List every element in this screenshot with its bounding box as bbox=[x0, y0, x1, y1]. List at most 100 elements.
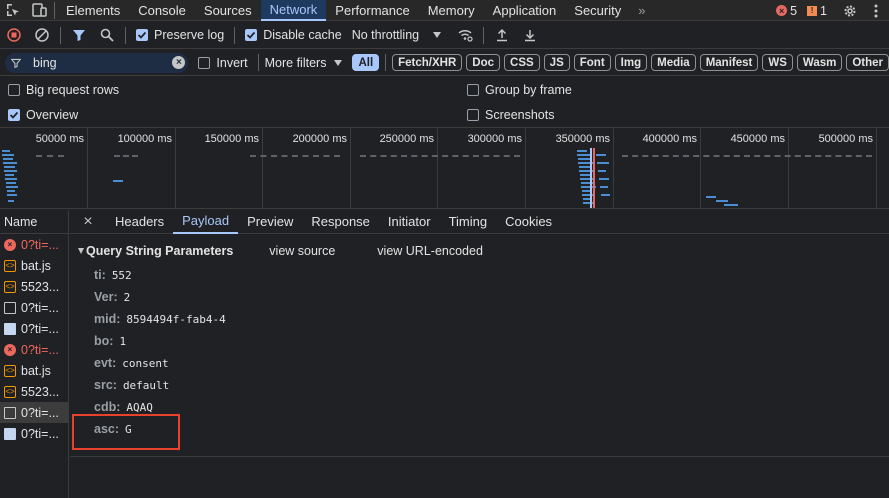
error-count: 5 bbox=[790, 3, 798, 18]
invert-label: Invert bbox=[216, 55, 248, 70]
list-item[interactable]: <> bat.js bbox=[0, 255, 68, 276]
filter-type-fetch-xhr[interactable]: Fetch/XHR bbox=[392, 54, 463, 71]
throttling-select[interactable]: No throttling bbox=[352, 28, 442, 42]
filter-type-img[interactable]: Img bbox=[614, 54, 648, 71]
overview-checkbox[interactable]: Overview bbox=[8, 108, 78, 122]
tab-cookies[interactable]: Cookies bbox=[496, 210, 561, 234]
network-toolbar: Preserve log Disable cache No throttling bbox=[0, 22, 889, 49]
record-stop-icon[interactable] bbox=[0, 22, 28, 49]
overview-label: Overview bbox=[26, 108, 79, 122]
list-item[interactable]: <> bat.js bbox=[0, 360, 68, 381]
file-icon bbox=[4, 322, 16, 335]
file-icon bbox=[4, 427, 16, 440]
section-title: Query String Parameters bbox=[86, 244, 234, 258]
script-file-icon: <> bbox=[4, 259, 16, 272]
tab-initiator[interactable]: Initiator bbox=[379, 210, 440, 234]
tab-performance[interactable]: Performance bbox=[326, 0, 418, 21]
more-options-icon[interactable] bbox=[863, 0, 889, 21]
error-icon: × bbox=[4, 343, 16, 356]
warning-icon: ! bbox=[807, 5, 818, 16]
filter-funnel-icon bbox=[11, 58, 21, 68]
filter-type-font[interactable]: Font bbox=[573, 54, 611, 71]
clear-icon[interactable] bbox=[28, 22, 56, 49]
tab-memory[interactable]: Memory bbox=[419, 0, 484, 21]
filter-type-manifest[interactable]: Manifest bbox=[699, 54, 759, 71]
disable-cache-checkbox[interactable]: Disable cache bbox=[245, 28, 342, 42]
gear-icon[interactable] bbox=[837, 0, 863, 21]
big-request-rows-checkbox[interactable]: Big request rows bbox=[8, 83, 119, 97]
param-row: bo: 1 bbox=[94, 334, 127, 348]
filter-type-doc[interactable]: Doc bbox=[466, 54, 501, 71]
list-item[interactable]: 0?ti=... bbox=[0, 318, 68, 339]
download-icon[interactable] bbox=[516, 22, 544, 49]
device-toolbar-icon[interactable] bbox=[26, 0, 52, 21]
param-row: evt: consent bbox=[94, 356, 169, 370]
chevron-down-icon bbox=[433, 32, 442, 38]
tab-headers[interactable]: Headers bbox=[106, 210, 173, 234]
screenshots-checkbox[interactable]: Screenshots bbox=[467, 108, 554, 122]
list-item[interactable]: × 0?ti=... bbox=[0, 234, 68, 255]
filter-type-ws[interactable]: WS bbox=[762, 54, 793, 71]
network-conditions-icon[interactable] bbox=[451, 22, 479, 49]
timeline-tick-label: 100000 ms bbox=[117, 133, 172, 145]
upload-icon[interactable] bbox=[488, 22, 516, 49]
more-tabs-icon[interactable]: » bbox=[630, 3, 653, 18]
clear-filter-icon[interactable]: × bbox=[172, 55, 186, 69]
devtools-tabbar: Elements Console Sources Network Perform… bbox=[0, 0, 889, 21]
timeline-tick-label: 50000 ms bbox=[35, 133, 84, 145]
filter-type-other[interactable]: Other bbox=[846, 54, 889, 71]
divider bbox=[70, 456, 889, 457]
tab-security[interactable]: Security bbox=[565, 0, 630, 21]
preserve-log-label: Preserve log bbox=[154, 28, 225, 42]
preserve-log-checkbox[interactable]: Preserve log bbox=[136, 28, 224, 42]
disable-cache-label: Disable cache bbox=[263, 28, 342, 42]
timeline-tick-label: 500000 ms bbox=[818, 133, 873, 145]
filter-type-all[interactable]: All bbox=[352, 54, 380, 71]
options-row-2: Overview Screenshots bbox=[0, 102, 889, 128]
tab-preview[interactable]: Preview bbox=[238, 210, 302, 234]
list-item[interactable]: <> 5523... bbox=[0, 276, 68, 297]
view-source-link[interactable]: view source bbox=[269, 244, 335, 258]
close-icon[interactable]: × bbox=[70, 210, 106, 234]
tab-elements[interactable]: Elements bbox=[57, 0, 129, 21]
tab-response[interactable]: Response bbox=[302, 210, 379, 234]
view-url-encoded-link[interactable]: view URL-encoded bbox=[377, 244, 483, 258]
screenshots-label: Screenshots bbox=[485, 108, 555, 122]
param-row: Ver: 2 bbox=[94, 290, 131, 304]
tab-sources[interactable]: Sources bbox=[195, 0, 261, 21]
param-row: ti: 552 bbox=[94, 268, 132, 282]
tab-payload[interactable]: Payload bbox=[173, 210, 239, 234]
big-request-rows-label: Big request rows bbox=[26, 83, 120, 97]
more-filters-dropdown[interactable]: More filters bbox=[265, 56, 343, 70]
invert-checkbox[interactable]: Invert bbox=[198, 55, 248, 70]
name-column-header[interactable]: Name bbox=[0, 210, 68, 234]
param-row: src: default bbox=[94, 378, 170, 392]
list-item[interactable]: 0?ti=... bbox=[0, 297, 68, 318]
network-overview-timeline[interactable]: 50000 ms 100000 ms 150000 ms 200000 ms 2… bbox=[0, 127, 889, 209]
tab-console[interactable]: Console bbox=[129, 0, 195, 21]
param-row: mid: 8594494f-fab4-4 bbox=[94, 312, 226, 326]
query-string-section-header[interactable]: Query String Parameters view source view… bbox=[78, 244, 483, 258]
filter-type-js[interactable]: JS bbox=[543, 54, 570, 71]
timeline-tick-label: 150000 ms bbox=[204, 133, 259, 145]
search-icon[interactable] bbox=[93, 22, 121, 49]
timeline-tick-label: 450000 ms bbox=[730, 133, 785, 145]
error-count-badge[interactable]: × 5 bbox=[776, 4, 797, 18]
list-item-selected[interactable]: 0?ti=... bbox=[0, 402, 68, 423]
inspect-element-icon[interactable] bbox=[0, 0, 26, 21]
timeline-tick-label: 300000 ms bbox=[467, 133, 522, 145]
filter-input[interactable]: bing × bbox=[5, 52, 189, 73]
filter-funnel-icon[interactable] bbox=[65, 22, 93, 49]
list-item[interactable]: <> 5523... bbox=[0, 381, 68, 402]
list-item[interactable]: 0?ti=... bbox=[0, 423, 68, 444]
filter-type-css[interactable]: CSS bbox=[504, 54, 540, 71]
warning-count-badge[interactable]: ! 1 bbox=[807, 4, 827, 18]
filter-type-wasm[interactable]: Wasm bbox=[796, 54, 843, 71]
tab-application[interactable]: Application bbox=[484, 0, 566, 21]
list-item[interactable]: × 0?ti=... bbox=[0, 339, 68, 360]
script-file-icon: <> bbox=[4, 385, 16, 398]
tab-network[interactable]: Network bbox=[260, 0, 327, 21]
filter-type-media[interactable]: Media bbox=[651, 54, 696, 71]
group-by-frame-checkbox[interactable]: Group by frame bbox=[467, 83, 572, 97]
tab-timing[interactable]: Timing bbox=[440, 210, 497, 234]
